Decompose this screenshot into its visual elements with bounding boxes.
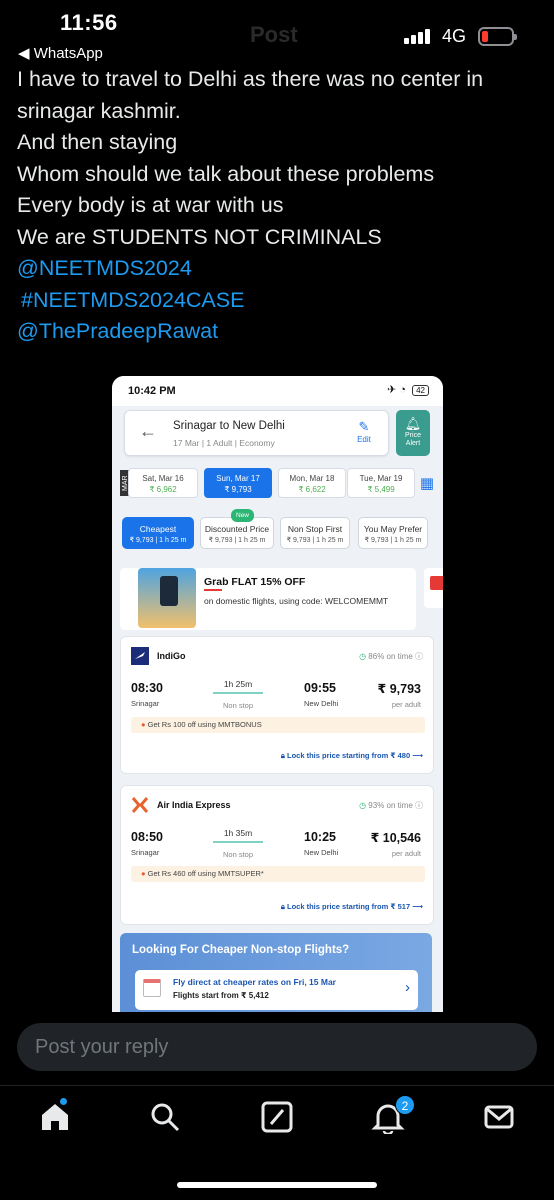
airline-name: Air India Express bbox=[157, 800, 231, 810]
on-time-rate: ◷ 86% on time ⓘ bbox=[359, 652, 423, 661]
network-type: 4G bbox=[442, 26, 467, 46]
lock-price-link[interactable]: 🔒︎ Lock this price starting from ₹ 517 ⟶ bbox=[281, 902, 423, 912]
attached-screenshot[interactable]: 10:42 PM ✈ ◔ 42 ← Srinagar to New Delhi … bbox=[112, 376, 443, 1012]
duration-line bbox=[213, 841, 263, 843]
offer-strip: ● Get Rs 100 off using MMTBONUS bbox=[131, 717, 425, 733]
bottom-nav bbox=[0, 1090, 554, 1150]
cheaper-price: Flights start from ₹ 5,412 bbox=[173, 991, 269, 1000]
new-badge: New bbox=[231, 509, 255, 522]
tweet-line: We are STUDENTS NOT CRIMINALS bbox=[17, 224, 382, 249]
promo-banner[interactable]: Grab FLAT 15% OFF on domestic flights, u… bbox=[120, 568, 416, 630]
status-time: 11:56 bbox=[60, 10, 118, 35]
price-unit: per adult bbox=[391, 849, 421, 858]
promo-image bbox=[138, 568, 196, 628]
offer-strip: ● Get Rs 460 off using MMTSUPER* bbox=[131, 866, 425, 882]
date-pill-selected[interactable]: Sun, Mar 17 ₹ 9,793 bbox=[204, 468, 272, 498]
reply-input[interactable]: Post your reply bbox=[17, 1023, 537, 1071]
departure-city: Srinagar bbox=[131, 848, 160, 857]
duration-line bbox=[213, 692, 263, 694]
battery-icon bbox=[478, 27, 517, 46]
price-alert-button[interactable]: 🔔︎ Price Alert bbox=[396, 410, 430, 456]
status-bar: 11:56 Post ◀ WhatsApp 4G bbox=[0, 0, 554, 70]
departure-time: 08:30 bbox=[131, 681, 163, 695]
route-title: Srinagar to New Delhi bbox=[173, 420, 285, 432]
inner-status-icons: ✈ ◔ 42 bbox=[387, 383, 429, 396]
bell-icon: 🔔︎ bbox=[404, 416, 422, 431]
price-unit: per adult bbox=[391, 700, 421, 709]
post-header-title: Post bbox=[250, 22, 298, 47]
filter-you-may-prefer[interactable]: You May Prefer ₹ 9,793 | 1 h 25 m bbox=[358, 517, 428, 549]
filter-discounted-price[interactable]: New Discounted Price ₹ 9,793 | 1 h 25 m bbox=[200, 509, 274, 549]
tweet-line: srinagar kashmir. bbox=[17, 98, 181, 123]
tweet-line: I have to travel to Delhi as there was n… bbox=[17, 67, 484, 91]
calendar-icon[interactable]: ▦ bbox=[420, 474, 434, 492]
date-pill[interactable]: Tue, Mar 19 ₹ 5,499 bbox=[347, 468, 415, 498]
airline-name: IndiGo bbox=[157, 651, 186, 661]
inner-status-bar: 10:42 PM ✈ ◔ 42 bbox=[112, 376, 443, 406]
back-to-whatsapp-link[interactable]: ◀ WhatsApp bbox=[18, 44, 103, 62]
notification-badge: 2 bbox=[395, 1095, 415, 1115]
cheaper-title: Looking For Cheaper Non-stop Flights? bbox=[132, 944, 350, 956]
back-arrow-icon[interactable]: ← bbox=[139, 421, 157, 442]
unread-dot bbox=[60, 1098, 67, 1105]
tweet-line: And then staying bbox=[17, 130, 178, 154]
date-pill[interactable]: Mon, Mar 18 ₹ 6,622 bbox=[278, 468, 346, 498]
on-time-rate: ◷ 93% on time ⓘ bbox=[359, 801, 423, 810]
date-pill[interactable]: Sat, Mar 16 ₹ 6,962 bbox=[128, 468, 198, 498]
filter-non-stop-first[interactable]: Non Stop First ₹ 9,793 | 1 h 25 m bbox=[280, 517, 350, 549]
route-card[interactable]: ← Srinagar to New Delhi 17 Mar | 1 Adult… bbox=[124, 410, 389, 456]
departure-time: 08:50 bbox=[131, 830, 163, 844]
grok-icon[interactable] bbox=[260, 1100, 294, 1134]
tweet-line: Whom should we talk about these problems bbox=[17, 161, 435, 186]
inner-battery: 42 bbox=[412, 384, 429, 396]
flight-duration: 1h 25m bbox=[223, 679, 253, 689]
signal-icon bbox=[404, 28, 434, 44]
flight-card[interactable]: IndiGo ◷ 86% on time ⓘ 08:30 Srinagar 1h… bbox=[120, 636, 434, 774]
clock-icon: ◷ bbox=[359, 652, 367, 661]
promo-subtitle: on domestic flights, using code: WELCOME… bbox=[204, 596, 389, 606]
tweet-line: Every body is at war with us bbox=[17, 193, 284, 217]
promo-next-card[interactable] bbox=[424, 568, 443, 608]
chevron-right-icon[interactable]: › bbox=[405, 979, 410, 996]
mention-link[interactable]: @ThePradeepRawat bbox=[17, 316, 542, 348]
arrival-time: 09:55 bbox=[304, 681, 336, 695]
search-icon[interactable] bbox=[148, 1100, 182, 1134]
cheaper-line: Fly direct at cheaper rates on Fri, 15 M… bbox=[173, 977, 336, 987]
date-strip: MAR Sat, Mar 16 ₹ 6,962 Sun, Mar 17 ₹ 9,79… bbox=[120, 468, 438, 500]
arrival-city: New Delhi bbox=[304, 699, 339, 708]
flight-price: ₹ 10,546 bbox=[370, 831, 421, 845]
inner-status-time: 10:42 PM bbox=[128, 385, 176, 397]
promo-underline bbox=[204, 589, 222, 591]
reply-placeholder: Post your reply bbox=[35, 1036, 169, 1058]
cheaper-flights-banner[interactable]: Looking For Cheaper Non-stop Flights? Fl… bbox=[120, 933, 432, 1012]
route-subtitle: 17 Mar | 1 Adult | Economy bbox=[173, 438, 275, 448]
flight-duration: 1h 35m bbox=[223, 828, 253, 838]
sort-filters: Cheapest ₹ 9,793 | 1 h 25 m New Discounte… bbox=[120, 509, 438, 551]
filter-cheapest[interactable]: Cheapest ₹ 9,793 | 1 h 25 m bbox=[122, 517, 194, 549]
edit-button[interactable]: ✎ Edit bbox=[352, 419, 376, 444]
arrival-city: New Delhi bbox=[304, 848, 339, 857]
departure-city: Srinagar bbox=[131, 699, 160, 708]
home-icon[interactable] bbox=[38, 1098, 72, 1134]
cheaper-card[interactable]: Fly direct at cheaper rates on Fri, 15 M… bbox=[135, 970, 418, 1010]
pencil-icon: ✎ bbox=[358, 419, 370, 434]
lock-price-link[interactable]: 🔒︎ Lock this price starting from ₹ 480 ⟶ bbox=[281, 751, 423, 761]
flight-price: ₹ 9,793 bbox=[377, 682, 421, 696]
indigo-logo-icon bbox=[131, 647, 149, 665]
promo-title: Grab FLAT 15% OFF bbox=[204, 576, 306, 588]
divider bbox=[0, 1085, 554, 1086]
air-india-express-logo-icon bbox=[131, 797, 149, 813]
calendar-icon bbox=[143, 979, 161, 997]
messages-icon[interactable] bbox=[482, 1100, 516, 1134]
hashtag-link[interactable]: #NEETMDS2024CASE bbox=[17, 285, 542, 317]
stops: Non stop bbox=[222, 850, 254, 859]
flight-card[interactable]: Air India Express ◷ 93% on time ⓘ 08:50 … bbox=[120, 785, 434, 925]
arrival-time: 10:25 bbox=[304, 830, 336, 844]
mention-link[interactable]: @NEETMDS2024 bbox=[17, 253, 542, 285]
stops: Non stop bbox=[222, 701, 254, 710]
tweet-body: I have to travel to Delhi as there was n… bbox=[17, 64, 542, 348]
home-indicator bbox=[177, 1182, 377, 1188]
clock-icon: ◷ bbox=[359, 801, 367, 810]
